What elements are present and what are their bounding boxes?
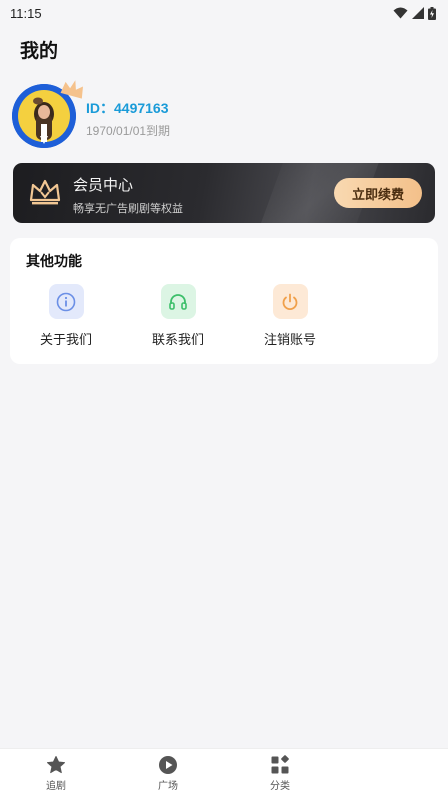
status-bar: 11:15	[0, 0, 448, 26]
nav-item-category[interactable]: 分类	[250, 755, 310, 792]
nav-item-follow[interactable]: 追剧	[26, 755, 86, 792]
nav-label-follow: 追剧	[46, 781, 66, 792]
user-id: ID：4497163	[86, 100, 169, 116]
status-time: 11:15	[10, 5, 42, 21]
vip-subtitle: 畅享无广告刷剧等权益	[73, 202, 183, 215]
crown-icon	[60, 80, 83, 99]
vip-expire-date: 1970/01/01到期	[86, 124, 171, 138]
about-us-button[interactable]: 关于我们	[21, 284, 111, 354]
contact-us-button[interactable]: 联系我们	[133, 284, 223, 354]
headset-icon	[160, 284, 196, 319]
play-icon	[159, 756, 177, 774]
profile-section: ID：4497163 1970/01/01到期	[12, 80, 432, 152]
avatar[interactable]	[12, 80, 83, 148]
status-icons	[393, 6, 436, 20]
about-us-label: 关于我们	[39, 333, 92, 348]
other-functions-card: 其他功能 关于我们 联系我们 注销账号	[10, 238, 438, 364]
delete-account-label: 注销账号	[263, 333, 316, 348]
bottom-nav: 追剧 广场 分类	[0, 748, 448, 796]
section-title: 其他功能	[26, 254, 82, 270]
nav-item-square[interactable]: 广场	[138, 755, 198, 792]
grid-icon	[271, 755, 289, 774]
info-icon	[48, 284, 84, 319]
battery-icon	[428, 6, 436, 20]
star-icon	[47, 756, 65, 774]
contact-us-label: 联系我们	[151, 333, 204, 348]
wifi-icon	[393, 7, 408, 19]
vip-crown-icon	[29, 179, 61, 205]
nav-label-square: 广场	[158, 781, 178, 792]
delete-account-button[interactable]: 注销账号	[245, 284, 335, 354]
vip-center-card[interactable]: 会员中心 畅享无广告刷剧等权益 立即续费	[13, 163, 435, 223]
vip-title: 会员中心	[73, 176, 134, 194]
signal-icon	[412, 7, 424, 19]
nav-label-category: 分类	[270, 781, 290, 792]
renew-button[interactable]: 立即续费	[334, 178, 422, 208]
power-icon	[272, 284, 308, 319]
page-title: 我的	[20, 40, 59, 62]
